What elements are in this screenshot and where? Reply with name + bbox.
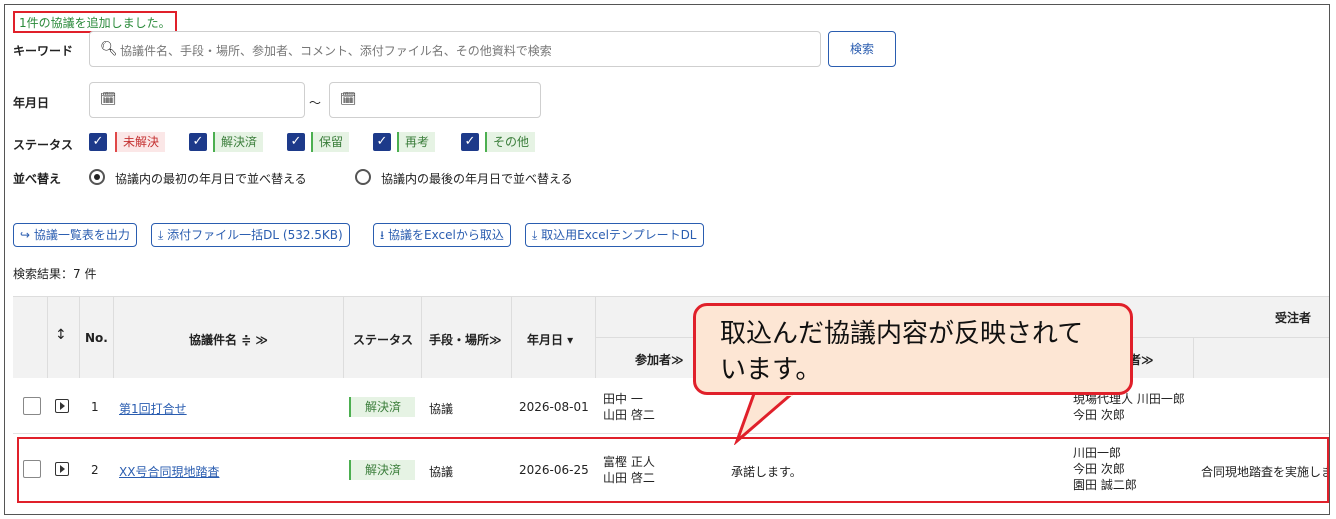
- status-filter-label: ステータス: [13, 138, 74, 152]
- calendar-icon: 🗓︎: [340, 92, 357, 107]
- search-placeholder: 協議件名、手段・場所、参加者、コメント、添付ファイル名、その他資料で検索: [120, 44, 552, 58]
- date-separator: 〜: [309, 96, 322, 110]
- keyword-label: キーワード: [13, 44, 74, 58]
- template-download-button[interactable]: ⤓ 取込用ExcelテンプレートDL: [525, 223, 704, 247]
- divider: [595, 296, 596, 378]
- row-contractor: 今田 次郎: [1073, 408, 1125, 422]
- sort-label: 並べ替え: [13, 172, 62, 186]
- divider: [113, 296, 114, 378]
- row-title-link[interactable]: XX号合同現地踏査: [119, 463, 219, 480]
- calendar-icon: 🗓︎: [100, 92, 117, 107]
- col-contractor-group: 受注者: [1275, 311, 1312, 325]
- row-date: 2026-08-01: [519, 400, 589, 414]
- status-checkbox-other[interactable]: ✓: [461, 133, 479, 151]
- sort-radio-first-date[interactable]: [89, 169, 105, 185]
- col-method[interactable]: 手段・場所≫: [429, 331, 502, 348]
- status-tag-other: その他: [485, 132, 536, 152]
- row-date: 2026-06-25: [519, 463, 589, 477]
- row-comment: 承諾します。: [731, 465, 802, 479]
- row-status-badge: 解決済: [349, 397, 416, 417]
- expand-row-icon[interactable]: [55, 399, 69, 413]
- import-excel-button[interactable]: ⭳ 協議をExcelから取込: [373, 223, 511, 247]
- row-contractor-comment: 合同現地踏査を実施しま: [1201, 465, 1327, 479]
- import-excel-label: 協議をExcelから取込: [388, 228, 504, 242]
- row-no: 2: [91, 463, 99, 477]
- bulk-download-button[interactable]: ⤓ 添付ファイル一括DL (532.5KB): [151, 223, 350, 247]
- status-tag-resolved: 解決済: [213, 132, 264, 152]
- download-icon: ⤓: [532, 228, 538, 242]
- divider: [47, 296, 48, 378]
- row-status-badge: 解決済: [349, 460, 416, 480]
- download-icon: ⤓: [158, 228, 164, 242]
- row-checkbox[interactable]: [23, 397, 41, 415]
- status-checkbox-reconsider[interactable]: ✓: [373, 133, 391, 151]
- date-label: 年月日: [13, 96, 50, 110]
- sort-option-first-label: 協議内の最初の年月日で並べ替える: [115, 172, 307, 186]
- row-checkbox[interactable]: [23, 460, 41, 478]
- col-no: No.: [85, 331, 108, 345]
- export-list-button[interactable]: ↪ 協議一覧表を出力: [13, 223, 137, 247]
- export-icon: ↪: [20, 228, 31, 242]
- divider: [13, 296, 1329, 297]
- divider: [79, 296, 80, 378]
- row-participant: 山田 啓二: [603, 408, 655, 422]
- annotation-callout: 取込んだ協議内容が反映されています。: [693, 303, 1133, 395]
- sort-option-last-label: 協議内の最後の年月日で並べ替える: [381, 172, 573, 186]
- search-input[interactable]: 🔍︎ 協議件名、手段・場所、参加者、コメント、添付ファイル名、その他資料で検索: [89, 31, 821, 67]
- sort-radio-last-date[interactable]: [355, 169, 371, 185]
- row-method: 協議: [429, 465, 454, 479]
- col-status: ステータス: [353, 333, 414, 347]
- status-tag-unresolved: 未解決: [115, 132, 166, 152]
- search-button[interactable]: 検索: [828, 31, 896, 67]
- row-participant: 田中 一: [603, 392, 643, 406]
- status-tag-pending: 保留: [311, 132, 350, 152]
- col-date[interactable]: 年月日 ▾: [527, 331, 573, 348]
- row-participant: 富樫 正人: [603, 455, 655, 469]
- date-to-input[interactable]: 🗓︎: [329, 82, 541, 118]
- divider: [421, 296, 422, 378]
- row-contractor: 園田 誠二郎: [1073, 478, 1137, 492]
- import-icon: ⭳: [380, 228, 385, 242]
- row-no: 1: [91, 400, 99, 414]
- template-download-label: 取込用ExcelテンプレートDL: [541, 228, 697, 242]
- search-icon: 🔍︎: [100, 41, 118, 57]
- success-notice: 1件の協議を追加しました。: [13, 11, 177, 33]
- date-from-input[interactable]: 🗓︎: [89, 82, 305, 118]
- export-list-label: 協議一覧表を出力: [33, 228, 130, 242]
- col-title[interactable]: 協議件名 ≑ ≫: [189, 331, 268, 348]
- status-tag-reconsider: 再考: [397, 132, 436, 152]
- expand-row-icon[interactable]: [55, 462, 69, 476]
- status-checkbox-unresolved[interactable]: ✓: [89, 133, 107, 151]
- row-participant: 山田 啓二: [603, 471, 655, 485]
- divider: [511, 296, 512, 378]
- col-participants[interactable]: 参加者≫: [635, 351, 684, 368]
- divider: [1193, 337, 1194, 378]
- app-frame: 1件の協議を追加しました。 キーワード 🔍︎ 協議件名、手段・場所、参加者、コメ…: [4, 4, 1330, 515]
- divider: [13, 433, 1329, 434]
- status-checkbox-pending[interactable]: ✓: [287, 133, 305, 151]
- row-contractor: 今田 次郎: [1073, 462, 1125, 476]
- row-method: 協議: [429, 402, 454, 416]
- row-title-link[interactable]: 第1回打合せ: [119, 400, 187, 417]
- result-count: 検索結果：7 件: [13, 267, 97, 281]
- row-contractor: 川田一郎: [1073, 446, 1122, 460]
- bulk-download-label: 添付ファイル一括DL (532.5KB): [167, 228, 343, 242]
- expand-collapse-icon[interactable]: ↕: [55, 327, 67, 343]
- divider: [343, 296, 344, 378]
- status-checkbox-resolved[interactable]: ✓: [189, 133, 207, 151]
